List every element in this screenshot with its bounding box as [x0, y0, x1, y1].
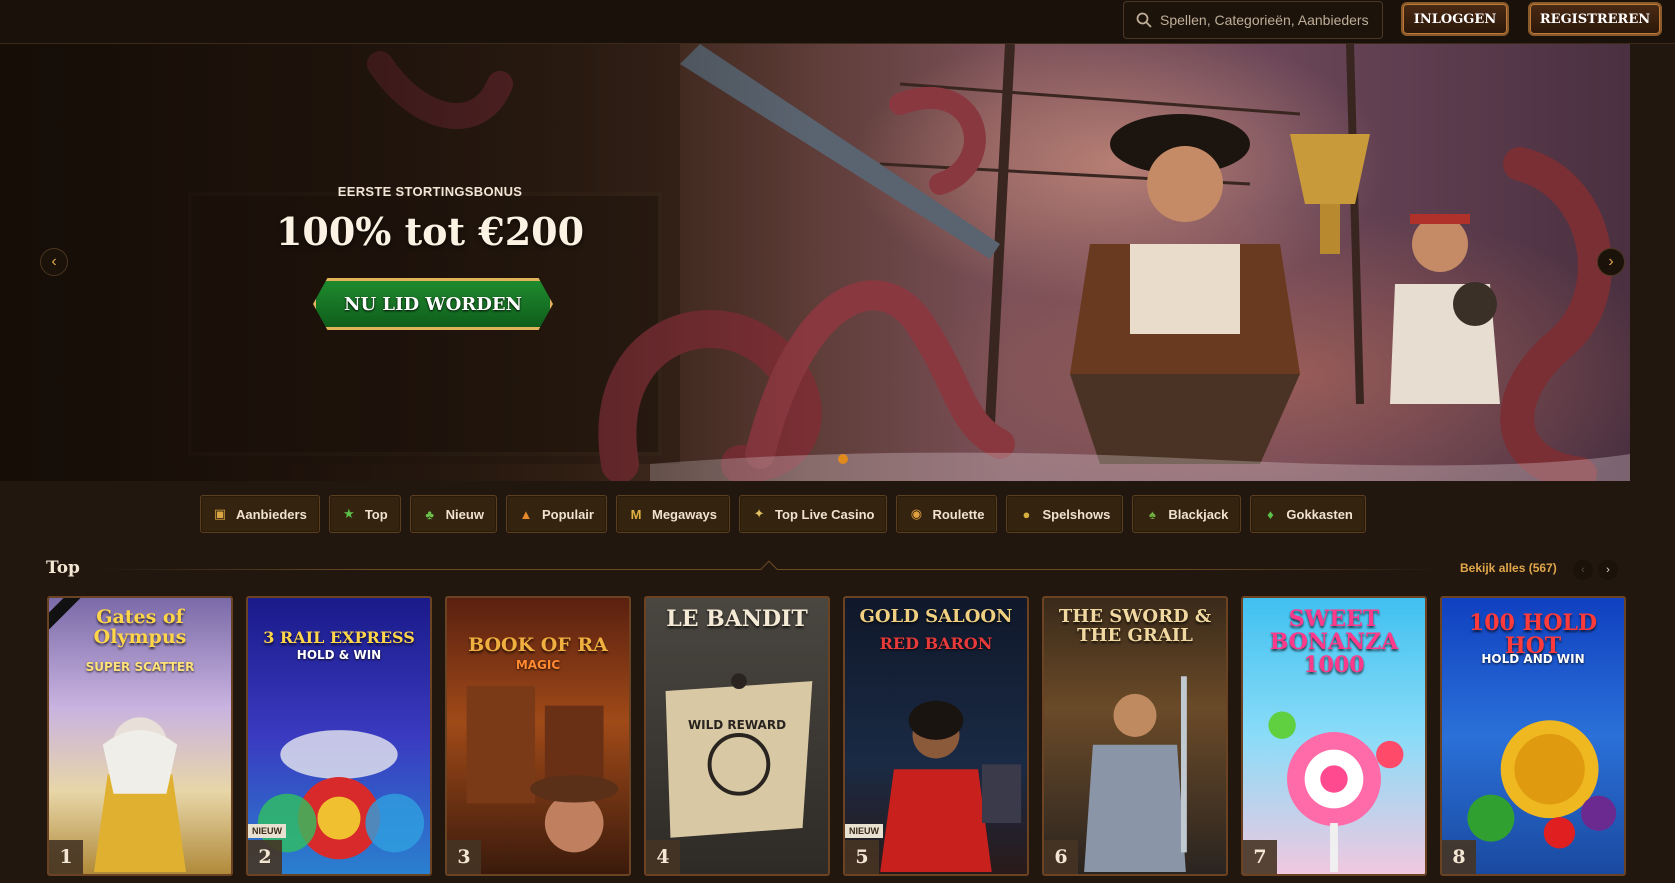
game-list: Gates of Olympus SUPER SCATTER 1 3 RAIL … — [47, 596, 1626, 876]
search-box[interactable] — [1123, 1, 1383, 39]
top-bar: INLOGGEN REGISTREREN — [0, 0, 1675, 44]
category-label: Spelshows — [1042, 506, 1111, 522]
game-card[interactable]: Gates of Olympus SUPER SCATTER 1 — [47, 596, 233, 876]
game-subtitle: SUPER SCATTER — [85, 660, 195, 674]
game-title: THE SWORD & THE GRAIL — [1058, 606, 1212, 646]
chevron-right-icon[interactable]: › — [1598, 560, 1618, 580]
game-rank: 5 — [845, 840, 879, 874]
category-nieuw[interactable]: ♣ Nieuw — [409, 495, 497, 533]
search-input[interactable] — [1160, 12, 1370, 28]
gameshow-icon: ● — [1022, 506, 1031, 522]
game-card[interactable]: SWEET BONANZA 1000 7 — [1241, 596, 1427, 876]
chevron-left-icon[interactable]: ‹ — [40, 248, 68, 276]
hero-banner[interactable]: EERSTE STORTINGSBONUS 100% tot €200 NU L… — [0, 44, 1630, 481]
slot-icon: ♦ — [1267, 506, 1274, 522]
category-nav: ▣ Aanbieders ★ Top ♣ Nieuw ▲ Populair M Megaw… — [200, 495, 1366, 533]
game-rank: 6 — [1044, 840, 1078, 874]
star-icon: ★ — [342, 506, 355, 521]
game-title: GOLD SALOON — [859, 606, 1013, 627]
category-blackjack[interactable]: ♠ Blackjack — [1132, 495, 1242, 533]
section-title: Top — [46, 558, 80, 578]
live-casino-icon: ✦ — [753, 506, 765, 521]
game-card[interactable]: 100 HOLD HOT HOLD AND WIN 8 — [1440, 596, 1626, 876]
category-populair[interactable]: ▲ Populair — [505, 495, 607, 533]
game-rank: 3 — [447, 840, 481, 874]
join-now-button[interactable]: NU LID WORDEN — [313, 278, 553, 330]
category-label: Top Live Casino — [775, 506, 875, 522]
game-title: BOOK OF RA — [468, 634, 608, 656]
casino-page: INLOGGEN REGISTREREN — [0, 0, 1675, 883]
new-badge: NIEUW — [248, 824, 286, 838]
category-gokkasten[interactable]: ♦ Gokkasten — [1250, 495, 1366, 533]
game-subtitle: WILD REWARD — [687, 718, 787, 732]
category-top[interactable]: ★ Top — [328, 495, 401, 533]
hero-shade — [0, 44, 1630, 481]
game-card[interactable]: GOLD SALOON RED BARON NIEUW 5 — [843, 596, 1029, 876]
hero-title: 100% tot €200 — [275, 209, 585, 254]
chevron-left-icon[interactable]: ‹ — [1573, 560, 1593, 580]
category-label: Roulette — [932, 506, 985, 522]
category-label: Top — [364, 506, 388, 522]
game-card[interactable]: THE SWORD & THE GRAIL 6 — [1042, 596, 1228, 876]
game-rank: 1 — [49, 840, 83, 874]
game-card[interactable]: 3 RAIL EXPRESS HOLD & WIN NIEUW 2 — [246, 596, 432, 876]
category-spelshows[interactable]: ● Spelshows — [1006, 495, 1124, 533]
login-button[interactable]: INLOGGEN — [1401, 2, 1509, 36]
game-title: SWEET BONANZA 1000 — [1269, 606, 1399, 679]
cards-icon: ♠ — [1148, 506, 1156, 522]
fire-icon: ▲ — [519, 506, 533, 522]
category-label: Populair — [541, 506, 594, 522]
category-megaways[interactable]: M Megaways — [615, 495, 731, 533]
megaways-icon: M — [630, 506, 642, 522]
new-icon: ♣ — [425, 506, 434, 522]
game-thumbnail — [665, 673, 813, 838]
section-divider-notch — [760, 560, 778, 578]
game-rank: 8 — [1442, 840, 1476, 874]
game-card[interactable]: BOOK OF RA MAGIC 3 — [445, 596, 631, 876]
game-subtitle: RED BARON — [879, 634, 993, 653]
roulette-icon: ◉ — [910, 506, 923, 521]
category-aanbieders[interactable]: ▣ Aanbieders — [200, 495, 320, 533]
category-label: Nieuw — [445, 506, 484, 522]
category-label: Gokkasten — [1286, 506, 1353, 522]
providers-icon: ▣ — [213, 506, 227, 521]
carousel-dot-active[interactable] — [838, 454, 848, 464]
game-card[interactable]: LE BANDIT WILD REWARD 4 — [644, 596, 830, 876]
game-subtitle: HOLD & WIN — [296, 648, 382, 662]
search-icon — [1136, 12, 1152, 28]
see-all-link[interactable]: Bekijk alles (567) — [1460, 561, 1557, 575]
hero-subtitle: EERSTE STORTINGSBONUS — [337, 184, 523, 199]
new-badge: NIEUW — [845, 824, 883, 838]
game-rank: 4 — [646, 840, 680, 874]
game-rank: 2 — [248, 840, 282, 874]
category-label: Megaways — [651, 506, 718, 522]
game-subtitle: HOLD AND WIN — [1481, 652, 1585, 666]
game-subtitle: MAGIC — [515, 658, 561, 672]
category-top-live-casino[interactable]: ✦ Top Live Casino — [739, 495, 888, 533]
chevron-right-icon[interactable]: › — [1597, 248, 1625, 276]
register-button[interactable]: REGISTREREN — [1528, 2, 1662, 36]
game-title: LE BANDIT — [666, 606, 808, 632]
game-rank: 7 — [1243, 840, 1277, 874]
game-title: Gates of Olympus — [93, 606, 187, 648]
category-label: Aanbieders — [236, 506, 307, 522]
game-title: 3 RAIL EXPRESS — [263, 628, 415, 647]
category-label: Blackjack — [1168, 506, 1229, 522]
category-roulette[interactable]: ◉ Roulette — [896, 495, 998, 533]
